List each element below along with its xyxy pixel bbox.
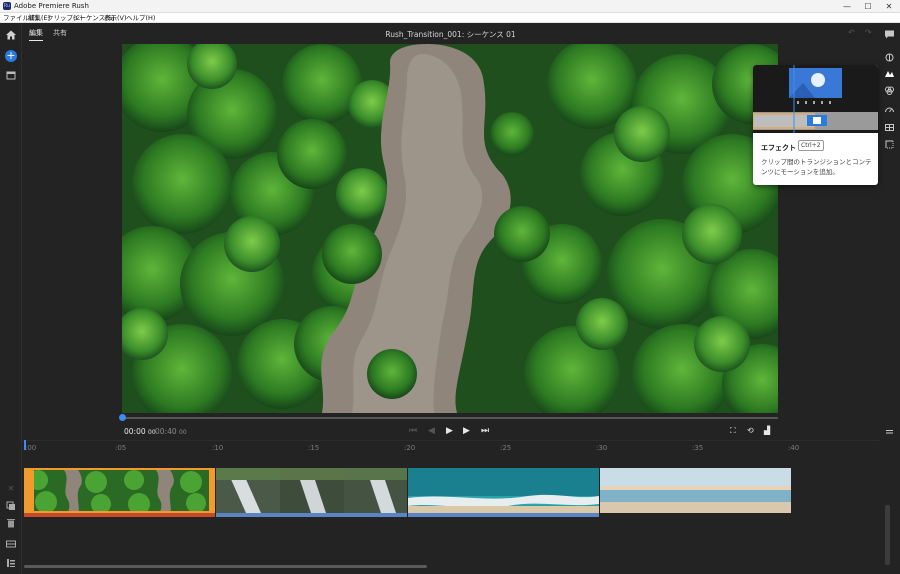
audio-icon[interactable] bbox=[884, 122, 895, 133]
step-back-icon[interactable]: ◀ bbox=[428, 425, 435, 437]
clip-thumbnail bbox=[216, 468, 407, 513]
ruler-label: :20 bbox=[404, 444, 416, 452]
ruler-label: :35 bbox=[692, 444, 704, 452]
close-window-button[interactable]: ✕ bbox=[879, 0, 899, 13]
loop-icon[interactable]: ⟲ bbox=[747, 425, 754, 437]
clip-audio-bar bbox=[408, 513, 599, 517]
ruler-label: :05 bbox=[115, 444, 127, 452]
menu-help[interactable]: ヘルプ(H) bbox=[126, 13, 155, 23]
app-window: Ru Adobe Premiere Rush — ☐ ✕ ファイル(F) 編集(… bbox=[0, 0, 900, 574]
forest-river-frame bbox=[122, 44, 778, 413]
ruler-label: :30 bbox=[596, 444, 608, 452]
current-time: 00:00 00 bbox=[124, 427, 156, 436]
menu-lines-icon[interactable] bbox=[884, 426, 895, 437]
clip-waterfall[interactable] bbox=[216, 468, 407, 513]
media-bin-icon[interactable] bbox=[5, 69, 17, 81]
tooltip-title: エフェクト bbox=[761, 144, 796, 152]
add-media-icon[interactable]: + bbox=[5, 50, 17, 62]
preview-scrubber[interactable] bbox=[119, 414, 778, 421]
minimize-button[interactable]: — bbox=[837, 0, 857, 13]
ruler-label: :40 bbox=[788, 444, 800, 452]
timeline-ruler[interactable]: :00 :05 :10 :15 :20 :25 :30 :35 :40 bbox=[22, 441, 879, 459]
timeline-vertical-scrollbar[interactable] bbox=[885, 505, 890, 565]
title-bar: Ru Adobe Premiere Rush — ☐ ✕ bbox=[0, 0, 900, 13]
total-time-frames: 00 bbox=[179, 429, 187, 436]
close-icon[interactable]: ✕ bbox=[5, 483, 17, 495]
clip-audio-bar bbox=[24, 513, 215, 517]
tooltip-shortcut: Ctrl+2 bbox=[798, 140, 824, 151]
video-preview[interactable] bbox=[122, 44, 778, 413]
duplicate-icon[interactable] bbox=[5, 500, 17, 512]
clip-thumbnail bbox=[600, 468, 791, 513]
clip-audio-bar bbox=[216, 513, 407, 517]
go-to-start-icon[interactable]: ⏮ bbox=[409, 425, 417, 437]
app-logo-icon: Ru bbox=[3, 2, 11, 10]
effects-tooltip: エフェクト Ctrl+2 クリップ間のトランジションとコンテンツにモーションを追… bbox=[753, 65, 878, 185]
ruler-label: :00 bbox=[25, 444, 37, 452]
clip-thumbnail bbox=[408, 468, 599, 513]
right-rail bbox=[879, 24, 900, 574]
color-icon[interactable] bbox=[884, 85, 895, 96]
go-to-end-icon[interactable]: ⏭ bbox=[481, 425, 489, 437]
play-icon[interactable]: ▶ bbox=[446, 425, 453, 437]
editor-header: 編集 共有 Rush_Transition_001: シーケンス 01 ↶ ↷ bbox=[22, 24, 879, 43]
clip-beach-sunset[interactable] bbox=[600, 468, 791, 513]
speed-icon[interactable] bbox=[884, 104, 895, 115]
scrubber-handle[interactable] bbox=[119, 414, 126, 421]
timeline-horizontal-scrollbar[interactable] bbox=[24, 565, 427, 568]
redo-icon[interactable]: ↷ bbox=[865, 28, 872, 37]
tooltip-description: クリップ間のトランジションとコンテンツにモーションを追加。 bbox=[761, 158, 872, 176]
track-icon[interactable] bbox=[5, 538, 17, 550]
ruler-label: :25 bbox=[500, 444, 512, 452]
volume-level-icon[interactable]: ▟ bbox=[764, 425, 770, 437]
effects-icon[interactable] bbox=[884, 52, 895, 63]
maximize-button[interactable]: ☐ bbox=[858, 0, 878, 13]
menu-view[interactable]: 表示(V) bbox=[104, 13, 127, 23]
current-time-value: 00:00 bbox=[124, 427, 146, 436]
ruler-label: :15 bbox=[308, 444, 320, 452]
trash-icon[interactable] bbox=[5, 517, 17, 529]
list-icon[interactable] bbox=[5, 557, 17, 569]
transform-icon[interactable] bbox=[884, 139, 895, 150]
ruler-label: :10 bbox=[212, 444, 224, 452]
clip-forest-river[interactable] bbox=[24, 468, 215, 513]
step-forward-icon[interactable]: ▶ bbox=[463, 425, 470, 437]
left-rail: + ✕ bbox=[0, 24, 22, 574]
fit-screen-icon[interactable]: ⛶ bbox=[730, 425, 736, 437]
clip-thumbnail bbox=[26, 470, 213, 511]
undo-icon[interactable]: ↶ bbox=[848, 28, 855, 37]
total-time-value: 00:40 bbox=[155, 427, 177, 436]
menu-bar: ファイル(F) 編集(E) クリップ(C) シーケンス(S) 表示(V) ヘルプ… bbox=[0, 13, 900, 23]
clip-ocean-shore[interactable] bbox=[408, 468, 599, 513]
transition-icon[interactable] bbox=[884, 69, 895, 80]
playhead[interactable] bbox=[24, 440, 26, 450]
home-icon[interactable] bbox=[5, 29, 17, 41]
window-title: Adobe Premiere Rush bbox=[14, 2, 89, 10]
tooltip-preview bbox=[753, 65, 878, 133]
comment-icon[interactable] bbox=[884, 29, 895, 40]
sequence-title: Rush_Transition_001: シーケンス 01 bbox=[385, 30, 516, 39]
total-time: 00:40 00 bbox=[155, 427, 187, 436]
